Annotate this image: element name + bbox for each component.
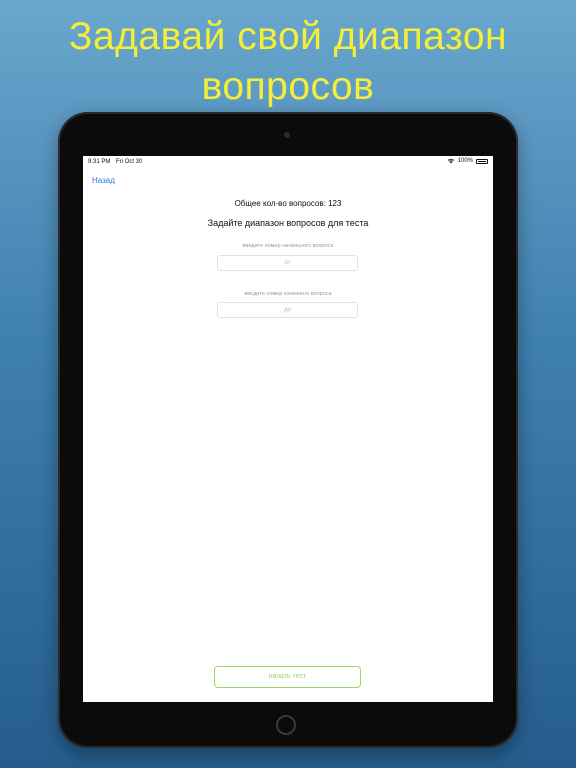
- promo-headline-line1: Задавай свой диапазон: [68, 15, 508, 58]
- battery-percent: 100%: [457, 158, 473, 164]
- range-title: Задайте диапазон вопросов для теста: [207, 218, 369, 228]
- battery-icon: [476, 158, 488, 164]
- start-test-button[interactable]: начать тест: [214, 666, 361, 688]
- status-bar: 9:31 PM Fri Oct 30 100%: [83, 156, 493, 168]
- wifi-icon: [447, 158, 454, 164]
- from-field-label: введите номер начального вопроса: [242, 243, 334, 249]
- home-button[interactable]: [276, 715, 296, 735]
- front-camera-icon: [284, 132, 290, 138]
- from-input[interactable]: от: [217, 255, 358, 271]
- status-time: 9:31 PM: [88, 159, 111, 165]
- to-input[interactable]: до: [217, 302, 358, 318]
- promo-headline: Задавай свой диапазон вопросов: [0, 12, 576, 112]
- total-questions-text: Общее кол-во вопросов: 123: [234, 199, 342, 208]
- status-date: Fri Oct 30: [116, 159, 143, 165]
- back-button[interactable]: Назад: [92, 176, 115, 185]
- promo-headline-line2: вопросов: [201, 65, 375, 108]
- status-indicators: 100%: [447, 158, 488, 164]
- to-field-label: введите номер конечного вопроса: [244, 291, 332, 297]
- tablet-device-frame: 9:31 PM Fri Oct 30 100% Назад Общее кол-…: [58, 112, 518, 748]
- app-screen: 9:31 PM Fri Oct 30 100% Назад Общее кол-…: [83, 156, 493, 702]
